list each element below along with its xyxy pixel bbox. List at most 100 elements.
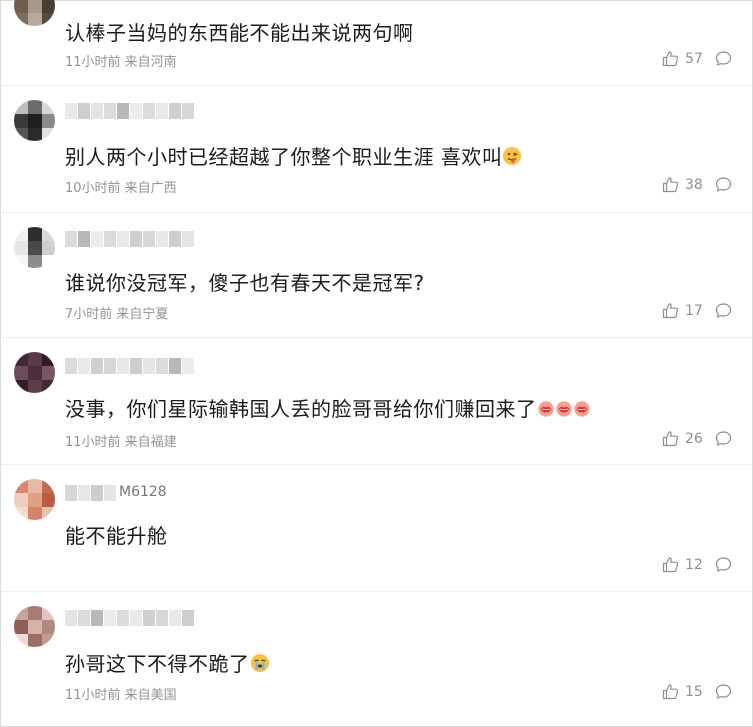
avatar-mosaic-cell: [14, 352, 28, 366]
comment-meta: 7小时前 来自宁夏: [65, 307, 169, 322]
like-button[interactable]: 38: [662, 176, 703, 193]
avatar-mosaic-cell: [28, 634, 42, 647]
reply-button[interactable]: [715, 176, 732, 197]
username-mosaic-cell: [130, 103, 142, 119]
avatar-mosaic-cell: [14, 380, 28, 393]
reply-button[interactable]: [715, 430, 732, 451]
username-mosaic-cell: [78, 610, 90, 626]
username-mosaic-cell: [117, 103, 129, 119]
avatar-mosaic-cell: [42, 114, 55, 128]
username-mosaic-cell: [143, 231, 155, 247]
avatar-mosaic-cell: [28, 493, 42, 507]
avatar-mosaic-cell: [28, 100, 42, 114]
avatar-mosaic-cell: [14, 479, 28, 493]
comment-bubble-icon: [715, 303, 732, 323]
like-button[interactable]: 15: [662, 683, 703, 700]
username-mosaic-cell: [117, 231, 129, 247]
avatar-mosaic-cell: [14, 255, 28, 268]
username-mosaic-cell: [91, 103, 103, 119]
comment-item: 没事，你们星际输韩国人丢的脸哥哥给你们赚回来了 11小时前 来自福建 26: [1, 338, 752, 465]
avatar-mosaic-cell: [28, 352, 42, 366]
like-button[interactable]: 57: [662, 50, 703, 67]
reply-button[interactable]: [715, 556, 732, 577]
username-mosaic-cell: [65, 610, 77, 626]
username-mosaic-cell: [104, 358, 116, 374]
username-mosaic-cell: [91, 610, 103, 626]
emoji-tongue-icon: [502, 146, 522, 171]
username-suffix[interactable]: M6128: [119, 484, 167, 500]
emoji-lips-icon: [555, 399, 573, 423]
username-mosaic-cell: [78, 103, 90, 119]
avatar-mosaic-cell: [42, 634, 55, 647]
comment-bubble-icon: [715, 431, 732, 451]
emoji-lips-icon: [537, 399, 555, 423]
username[interactable]: [65, 231, 194, 247]
avatar[interactable]: [14, 227, 55, 268]
avatar-mosaic-cell: [28, 255, 42, 268]
like-button[interactable]: 12: [662, 556, 703, 573]
username-mosaic-cell: [117, 610, 129, 626]
username-mosaic-cell: [169, 358, 181, 374]
username-mosaic-cell: [65, 358, 77, 374]
avatar-mosaic-cell: [14, 507, 28, 520]
username-mosaic-cell: [182, 231, 194, 247]
avatar-mosaic-cell: [42, 100, 55, 114]
username[interactable]: [65, 610, 194, 626]
username[interactable]: [65, 358, 194, 374]
avatar-mosaic-cell: [42, 13, 55, 26]
username[interactable]: [65, 485, 116, 501]
reply-button[interactable]: [715, 683, 732, 704]
avatar[interactable]: [14, 479, 55, 520]
username-mosaic-cell: [104, 485, 116, 501]
username-mosaic-cell: [143, 103, 155, 119]
username-mosaic-cell: [65, 103, 77, 119]
avatar-mosaic-cell: [28, 227, 42, 241]
avatar-mosaic-cell: [42, 606, 55, 620]
avatar[interactable]: [14, 352, 55, 393]
username-mosaic-cell: [78, 231, 90, 247]
avatar[interactable]: [14, 606, 55, 647]
like-count: 26: [685, 430, 703, 447]
avatar-mosaic-cell: [14, 493, 28, 507]
username-mosaic-cell: [143, 610, 155, 626]
avatar-mosaic-cell: [28, 380, 42, 393]
avatar-mosaic-cell: [42, 227, 55, 241]
username-mosaic-cell: [65, 231, 77, 247]
comment-item: M6128 能不能升舱 12: [1, 465, 752, 592]
avatar[interactable]: [14, 100, 55, 141]
avatar-mosaic-cell: [28, 0, 42, 13]
emoji-crying-icon: [250, 653, 270, 678]
like-count: 12: [685, 556, 703, 573]
avatar-mosaic-cell: [14, 128, 28, 141]
comment-item: 认棒子当妈的东西能不能出来说两句啊 11小时前 来自河南 57: [1, 0, 752, 86]
username-mosaic-cell: [182, 103, 194, 119]
comment-bubble-icon: [715, 684, 732, 704]
username-mosaic-cell: [182, 610, 194, 626]
thumb-up-icon: [662, 430, 679, 447]
comment-bubble-icon: [715, 557, 732, 577]
like-count: 38: [685, 176, 703, 193]
like-count: 57: [685, 50, 703, 67]
reply-button[interactable]: [715, 302, 732, 323]
avatar-mosaic-cell: [42, 620, 55, 634]
avatar-mosaic-cell: [14, 0, 28, 13]
like-button[interactable]: 26: [662, 430, 703, 447]
username-mosaic-cell: [156, 231, 168, 247]
username-mosaic-cell: [130, 231, 142, 247]
like-count: 17: [685, 302, 703, 319]
avatar-mosaic-cell: [14, 227, 28, 241]
avatar-mosaic-cell: [42, 493, 55, 507]
comment-text: 谁说你没冠军，傻子也有春天不是冠军?: [65, 271, 425, 295]
username-mosaic-cell: [91, 485, 103, 501]
avatar-mosaic-cell: [42, 479, 55, 493]
avatar[interactable]: [14, 0, 55, 26]
comment-text: 认棒子当妈的东西能不能出来说两句啊: [65, 21, 414, 45]
avatar-mosaic-cell: [14, 241, 28, 255]
comment-text: 别人两个小时已经超越了你整个职业生涯 喜欢叫: [65, 141, 522, 171]
username-mosaic-cell: [130, 358, 142, 374]
username[interactable]: [65, 103, 194, 119]
username-mosaic-cell: [156, 103, 168, 119]
like-button[interactable]: 17: [662, 302, 703, 319]
username-mosaic-cell: [104, 103, 116, 119]
reply-button[interactable]: [715, 50, 732, 71]
